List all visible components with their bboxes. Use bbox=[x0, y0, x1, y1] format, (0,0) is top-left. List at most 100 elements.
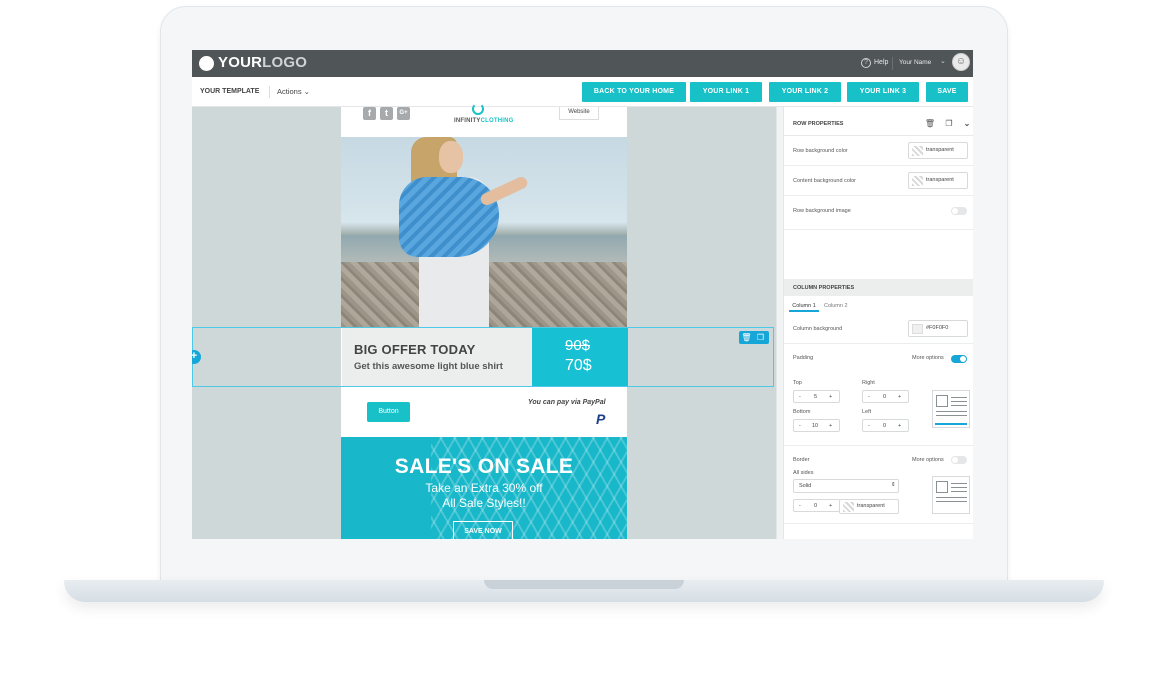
sale-subtitle-1: Take an Extra 30% off bbox=[425, 481, 543, 495]
decrement-icon[interactable]: - bbox=[799, 503, 801, 509]
laptop-notch bbox=[484, 580, 684, 589]
brand-name: INFINITYCLOTHING bbox=[454, 118, 514, 124]
border-width-stepper[interactable]: - 0 + bbox=[793, 499, 840, 512]
border-style-select[interactable]: Solid ⇕ bbox=[793, 479, 899, 493]
decrement-icon[interactable]: - bbox=[799, 423, 801, 429]
user-name[interactable]: Your Name bbox=[899, 59, 931, 66]
padding-right-value: 0 bbox=[883, 394, 887, 400]
transparent-swatch bbox=[912, 176, 923, 186]
offer-title: BIG OFFER TODAY bbox=[354, 342, 476, 357]
logo-light: LOGO bbox=[262, 54, 308, 71]
properties-panel: ROW PROPERTIES 🗑 ❐ ⌄ Row background colo… bbox=[783, 107, 973, 539]
padding-bottom-label: Bottom bbox=[793, 409, 811, 415]
chevron-down-icon[interactable]: ⌄ bbox=[940, 57, 946, 65]
border-preview bbox=[932, 476, 970, 514]
decrement-icon[interactable]: - bbox=[868, 423, 870, 429]
border-more-options-toggle[interactable] bbox=[951, 456, 967, 464]
row-bg-color-picker[interactable]: transparent bbox=[908, 142, 968, 159]
logo[interactable]: YOURLOGO bbox=[218, 54, 307, 71]
tab-column-1[interactable]: Column 1 bbox=[789, 300, 819, 312]
twitter-icon[interactable]: t bbox=[380, 107, 393, 120]
duplicate-row-icon[interactable]: ❐ bbox=[755, 332, 766, 343]
sale-banner[interactable]: SALE'S ON SALE Take an Extra 30% off All… bbox=[341, 437, 627, 539]
content-bg-color-row: Content background color transparent bbox=[784, 166, 973, 196]
save-now-button[interactable]: SAVE NOW bbox=[453, 521, 513, 539]
padding-left-label: Left bbox=[862, 409, 872, 415]
padding-top-stepper[interactable]: - 5 + bbox=[793, 390, 840, 403]
content-bg-color-picker[interactable]: transparent bbox=[908, 172, 968, 189]
increment-icon[interactable]: + bbox=[829, 394, 832, 400]
padding-label: Padding bbox=[793, 355, 814, 361]
padding-left-value: 0 bbox=[883, 423, 887, 429]
row-bg-color-label: Row background color bbox=[793, 148, 848, 154]
chevron-down-icon[interactable]: ⌄ bbox=[961, 118, 973, 130]
selected-row[interactable]: BIG OFFER TODAY Get this awesome light b… bbox=[192, 327, 774, 387]
panel-divider bbox=[776, 107, 783, 539]
padding-right-label: Right bbox=[862, 380, 875, 386]
save-button[interactable]: SAVE bbox=[926, 82, 968, 102]
increment-icon[interactable]: + bbox=[829, 423, 832, 429]
offer-price-column[interactable]: 90$ 70$ bbox=[532, 328, 628, 386]
hero-image[interactable] bbox=[341, 137, 627, 327]
row-bg-image-toggle[interactable] bbox=[951, 207, 967, 215]
row-tools: 🗑 ❐ bbox=[739, 331, 769, 344]
padding-left-stepper[interactable]: - 0 + bbox=[862, 419, 909, 432]
email-cta-button[interactable]: Button bbox=[367, 402, 410, 422]
actions-menu[interactable]: Actions ⌄ bbox=[277, 87, 310, 96]
row-bg-color-row: Row background color transparent bbox=[784, 136, 973, 166]
padding-more-options-toggle[interactable] bbox=[951, 355, 967, 363]
add-row-icon[interactable]: + bbox=[192, 350, 201, 364]
top-bar: YOURLOGO ? Help Your Name ⌄ ☺ bbox=[192, 50, 973, 77]
google-plus-icon[interactable]: G+ bbox=[397, 107, 410, 120]
padding-top-value: 5 bbox=[814, 394, 818, 400]
select-arrows-icon: ⇕ bbox=[891, 482, 896, 488]
divider bbox=[784, 445, 973, 446]
padding-top-label: Top bbox=[793, 380, 802, 386]
back-home-button[interactable]: BACK TO YOUR HOME bbox=[582, 82, 686, 102]
padding-bottom-stepper[interactable]: - 10 + bbox=[793, 419, 840, 432]
tab-column-2[interactable]: Column 2 bbox=[824, 300, 848, 312]
facebook-icon[interactable]: f bbox=[363, 107, 376, 120]
column-bg-picker[interactable]: #F0F0F0 bbox=[908, 320, 968, 337]
avatar[interactable]: ☺ bbox=[952, 53, 970, 71]
decrement-icon[interactable]: - bbox=[868, 394, 870, 400]
content-bg-color-value: transparent bbox=[926, 177, 954, 183]
link-3-button[interactable]: YOUR LINK 3 bbox=[847, 82, 919, 102]
increment-icon[interactable]: + bbox=[898, 423, 901, 429]
increment-icon[interactable]: + bbox=[898, 394, 901, 400]
image-placeholder-icon bbox=[936, 481, 948, 493]
sale-title: SALE'S ON SALE bbox=[394, 455, 574, 478]
increment-icon[interactable]: + bbox=[829, 503, 832, 509]
offer-subtitle: Get this awesome light blue shirt bbox=[354, 361, 503, 372]
text-line bbox=[951, 483, 967, 484]
text-line bbox=[951, 405, 967, 406]
link-1-button[interactable]: YOUR LINK 1 bbox=[690, 82, 762, 102]
border-color-picker[interactable]: transparent bbox=[839, 499, 899, 514]
sale-subtitle-2: All Sale Styles!! bbox=[442, 496, 526, 510]
text-line bbox=[951, 397, 967, 398]
decrement-icon[interactable]: - bbox=[799, 394, 801, 400]
hero-face bbox=[439, 141, 463, 173]
image-placeholder-icon bbox=[936, 395, 948, 407]
column-bg-swatch bbox=[912, 324, 923, 334]
app-screen: YOURLOGO ? Help Your Name ⌄ ☺ YOUR TEMPL… bbox=[192, 50, 973, 539]
column-bg-value: #F0F0F0 bbox=[926, 325, 949, 331]
help-link[interactable]: Help bbox=[874, 59, 888, 66]
trash-icon[interactable]: 🗑 bbox=[924, 118, 936, 130]
paypal-text: You can pay via PayPal bbox=[528, 399, 606, 406]
help-icon[interactable]: ? bbox=[861, 58, 871, 68]
website-button[interactable]: Website bbox=[559, 107, 599, 120]
delete-row-icon[interactable]: 🗑 bbox=[741, 332, 752, 343]
text-line bbox=[936, 501, 967, 502]
content-bg-color-label: Content background color bbox=[793, 178, 856, 184]
hero-scarf bbox=[399, 177, 499, 257]
padding-right-stepper[interactable]: - 0 + bbox=[862, 390, 909, 403]
row-bg-color-value: transparent bbox=[926, 147, 954, 153]
text-line bbox=[951, 491, 967, 492]
duplicate-icon[interactable]: ❐ bbox=[943, 118, 955, 130]
link-2-button[interactable]: YOUR LINK 2 bbox=[769, 82, 841, 102]
offer-text-column[interactable]: BIG OFFER TODAY Get this awesome light b… bbox=[342, 328, 532, 386]
border-label: Border bbox=[793, 457, 810, 463]
column-properties-header: COLUMN PROPERTIES bbox=[784, 279, 973, 296]
transparent-swatch bbox=[843, 502, 854, 512]
